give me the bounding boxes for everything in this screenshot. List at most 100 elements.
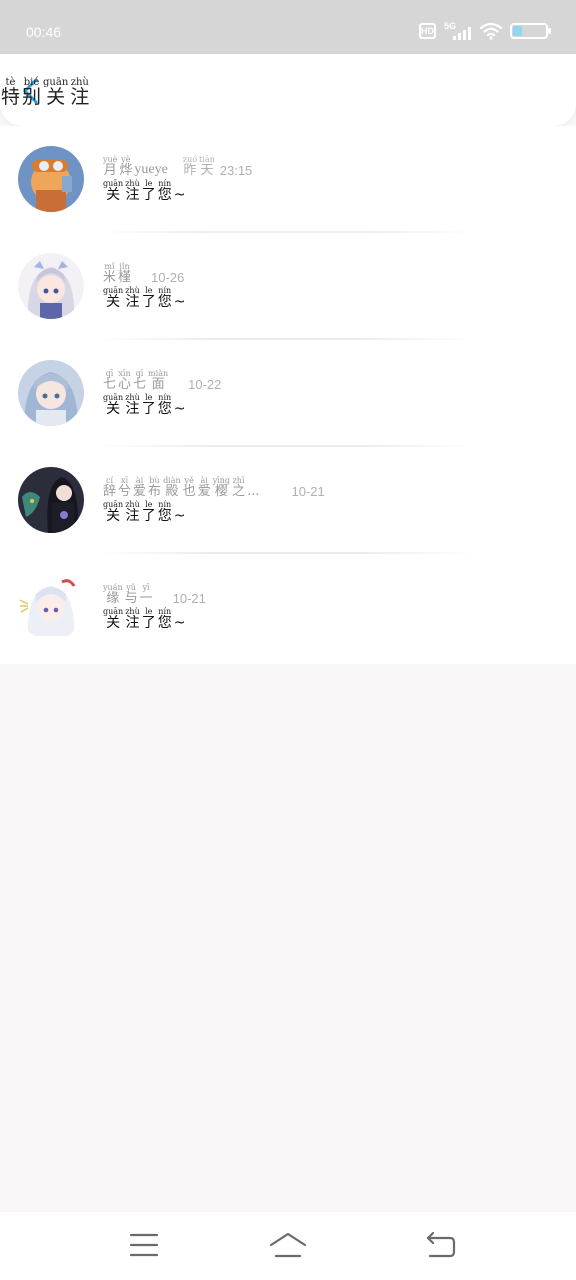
hanzi-text: 注 — [125, 294, 140, 310]
name-char: diàn 殿 — [163, 477, 181, 499]
message-char: le 了 — [142, 608, 156, 631]
message-char: guān 关 — [103, 608, 123, 631]
hanzi-text: 心 — [118, 377, 132, 392]
avatar[interactable] — [18, 574, 84, 640]
name-char: jǐn 槿 — [118, 263, 131, 285]
special-follow-list: yuè 月 yè 烨 yueye zuó 昨 tiān 天 23:15 guān 关 zhù 注 l… — [0, 126, 576, 664]
list-item[interactable]: qī 七 xīn 心 qī 七 miàn 面 10-22 guān 关 zhù 注 le 了 nín 您 ~ — [0, 340, 576, 447]
message-char: guān 关 — [103, 394, 123, 417]
hd-icon: HD — [419, 23, 436, 39]
name-char: xī 兮 — [118, 477, 131, 499]
item-name: mǐ 米 jǐn 槿 — [102, 263, 132, 285]
avatar[interactable] — [18, 360, 84, 426]
name-char: qī 七 — [103, 370, 116, 392]
wifi-icon — [480, 22, 502, 40]
hanzi-text: 兮 — [118, 484, 132, 499]
hanzi-text: 殿 — [165, 484, 179, 499]
item-message: guān 关 zhù 注 le 了 nín 您 ~ — [102, 501, 185, 524]
status-icons: HD 5G — [419, 20, 551, 42]
hanzi-text: 了 — [141, 294, 156, 310]
network-label: 5G — [444, 21, 457, 31]
hanzi-text: 关 — [46, 86, 66, 108]
list-item[interactable]: mǐ 米 jǐn 槿 10-26 guān 关 zhù 注 le 了 nín 您 ~ — [0, 233, 576, 340]
item-message-text: guān 关 zhù 注 le 了 nín 您 — [102, 501, 173, 524]
name-char: bù 布 — [148, 477, 161, 499]
name-char: yè 烨 — [119, 156, 132, 178]
hanzi-text: 注 — [70, 86, 90, 108]
item-time: 10-21 — [291, 484, 325, 499]
hanzi-text: 布 — [148, 484, 162, 499]
hanzi-text: 槿 — [118, 270, 132, 285]
hanzi-text: 特 — [1, 86, 21, 108]
hanzi-text: 了 — [141, 508, 156, 524]
message-char: le 了 — [142, 287, 156, 310]
item-time: 10-21 — [172, 591, 206, 606]
item-time: 10-22 — [188, 377, 222, 392]
hanzi-text: 关 — [106, 615, 121, 631]
item-name: yuán 缘 yǔ 与 yī 一 — [102, 584, 154, 606]
time-char: zuó 昨 — [183, 156, 197, 178]
hanzi-text: 您 — [157, 294, 172, 310]
name-char: yī 一 — [140, 584, 153, 606]
hanzi-text: 注 — [125, 615, 140, 631]
item-message: guān 关 zhù 注 le 了 nín 您 ~ — [102, 180, 185, 203]
hanzi-text: 七 — [103, 377, 117, 392]
item-name: cí 辞 xī 兮 ài 爱 bù 布 diàn 殿 yě 也 ài 爱 yīng 樱 zhī 之 — [102, 477, 246, 499]
list-item[interactable]: cí 辞 xī 兮 ài 爱 bù 布 diàn 殿 yě 也 ài 爱 yīng 樱 zhī 之 ... 10-… — [0, 447, 576, 554]
name-char: xīn 心 — [118, 370, 131, 392]
message-char: le 了 — [142, 180, 156, 203]
hanzi-text: 您 — [157, 615, 172, 631]
title-char: guān 关 — [43, 78, 68, 108]
message-char: nín 您 — [158, 180, 172, 203]
hanzi-text: 一 — [139, 591, 153, 606]
avatar[interactable] — [18, 467, 84, 533]
name-char: yīng 樱 — [213, 477, 230, 499]
item-name-suffix: yueye — [134, 161, 168, 177]
status-bar: 00:46 HD 5G — [0, 0, 576, 54]
item-name: yuè 月 yè 烨 — [102, 156, 133, 178]
hanzi-text: 您 — [157, 401, 172, 417]
list-item[interactable]: yuán 缘 yǔ 与 yī 一 10-21 guān 关 zhù 注 le 了 nín 您 ~ — [0, 554, 576, 661]
home-icon[interactable] — [268, 1228, 308, 1262]
hanzi-text: 了 — [141, 401, 156, 417]
hanzi-text: 米 — [103, 270, 117, 285]
name-char: miàn 面 — [148, 370, 168, 392]
battery-icon — [510, 23, 551, 39]
item-time-prefix: zuó 昨 tiān 天 — [182, 156, 216, 178]
hanzi-text: 了 — [141, 187, 156, 203]
message-char: nín 您 — [158, 608, 172, 631]
hanzi-text: 昨 — [183, 163, 197, 178]
page-title: tè 特 bié 别 guān 关 zhù 注 — [0, 78, 576, 108]
message-char: guān 关 — [103, 287, 123, 310]
item-message: guān 关 zhù 注 le 了 nín 您 ~ — [102, 394, 185, 417]
avatar[interactable] — [18, 146, 84, 212]
battery-fill — [513, 26, 522, 36]
name-char: qī 七 — [133, 370, 146, 392]
hanzi-text: 爱 — [133, 484, 147, 499]
item-time: 23:15 — [219, 163, 253, 178]
message-char: zhù 注 — [125, 394, 140, 417]
name-char: ài 爱 — [198, 477, 211, 499]
message-char: guān 关 — [103, 180, 123, 203]
item-name-line: mǐ 米 jǐn 槿 10-26 — [102, 263, 184, 285]
title-char: tè 特 — [1, 78, 20, 108]
hanzi-text: 注 — [125, 508, 140, 524]
menu-icon[interactable] — [124, 1228, 164, 1262]
item-message-suffix: ~ — [173, 187, 186, 203]
hanzi-text: 之 — [232, 484, 246, 499]
message-char: zhù 注 — [125, 180, 140, 203]
name-char: cí 辞 — [103, 477, 116, 499]
status-time: 00:46 — [26, 24, 62, 40]
list-item[interactable]: yuè 月 yè 烨 yueye zuó 昨 tiān 天 23:15 guān 关 zhù 注 l… — [0, 126, 576, 233]
message-char: le 了 — [142, 394, 156, 417]
item-message-text: guān 关 zhù 注 le 了 nín 您 — [102, 394, 173, 417]
back-nav-icon[interactable] — [420, 1228, 460, 1262]
hanzi-text: 您 — [157, 508, 172, 524]
avatar[interactable] — [18, 253, 84, 319]
item-message: guān 关 zhù 注 le 了 nín 您 ~ — [102, 608, 185, 631]
message-char: zhù 注 — [125, 608, 140, 631]
hanzi-text: 您 — [157, 187, 172, 203]
hanzi-text: 辞 — [103, 484, 117, 499]
hanzi-text: 关 — [106, 187, 121, 203]
hanzi-text: 月 — [103, 163, 117, 178]
